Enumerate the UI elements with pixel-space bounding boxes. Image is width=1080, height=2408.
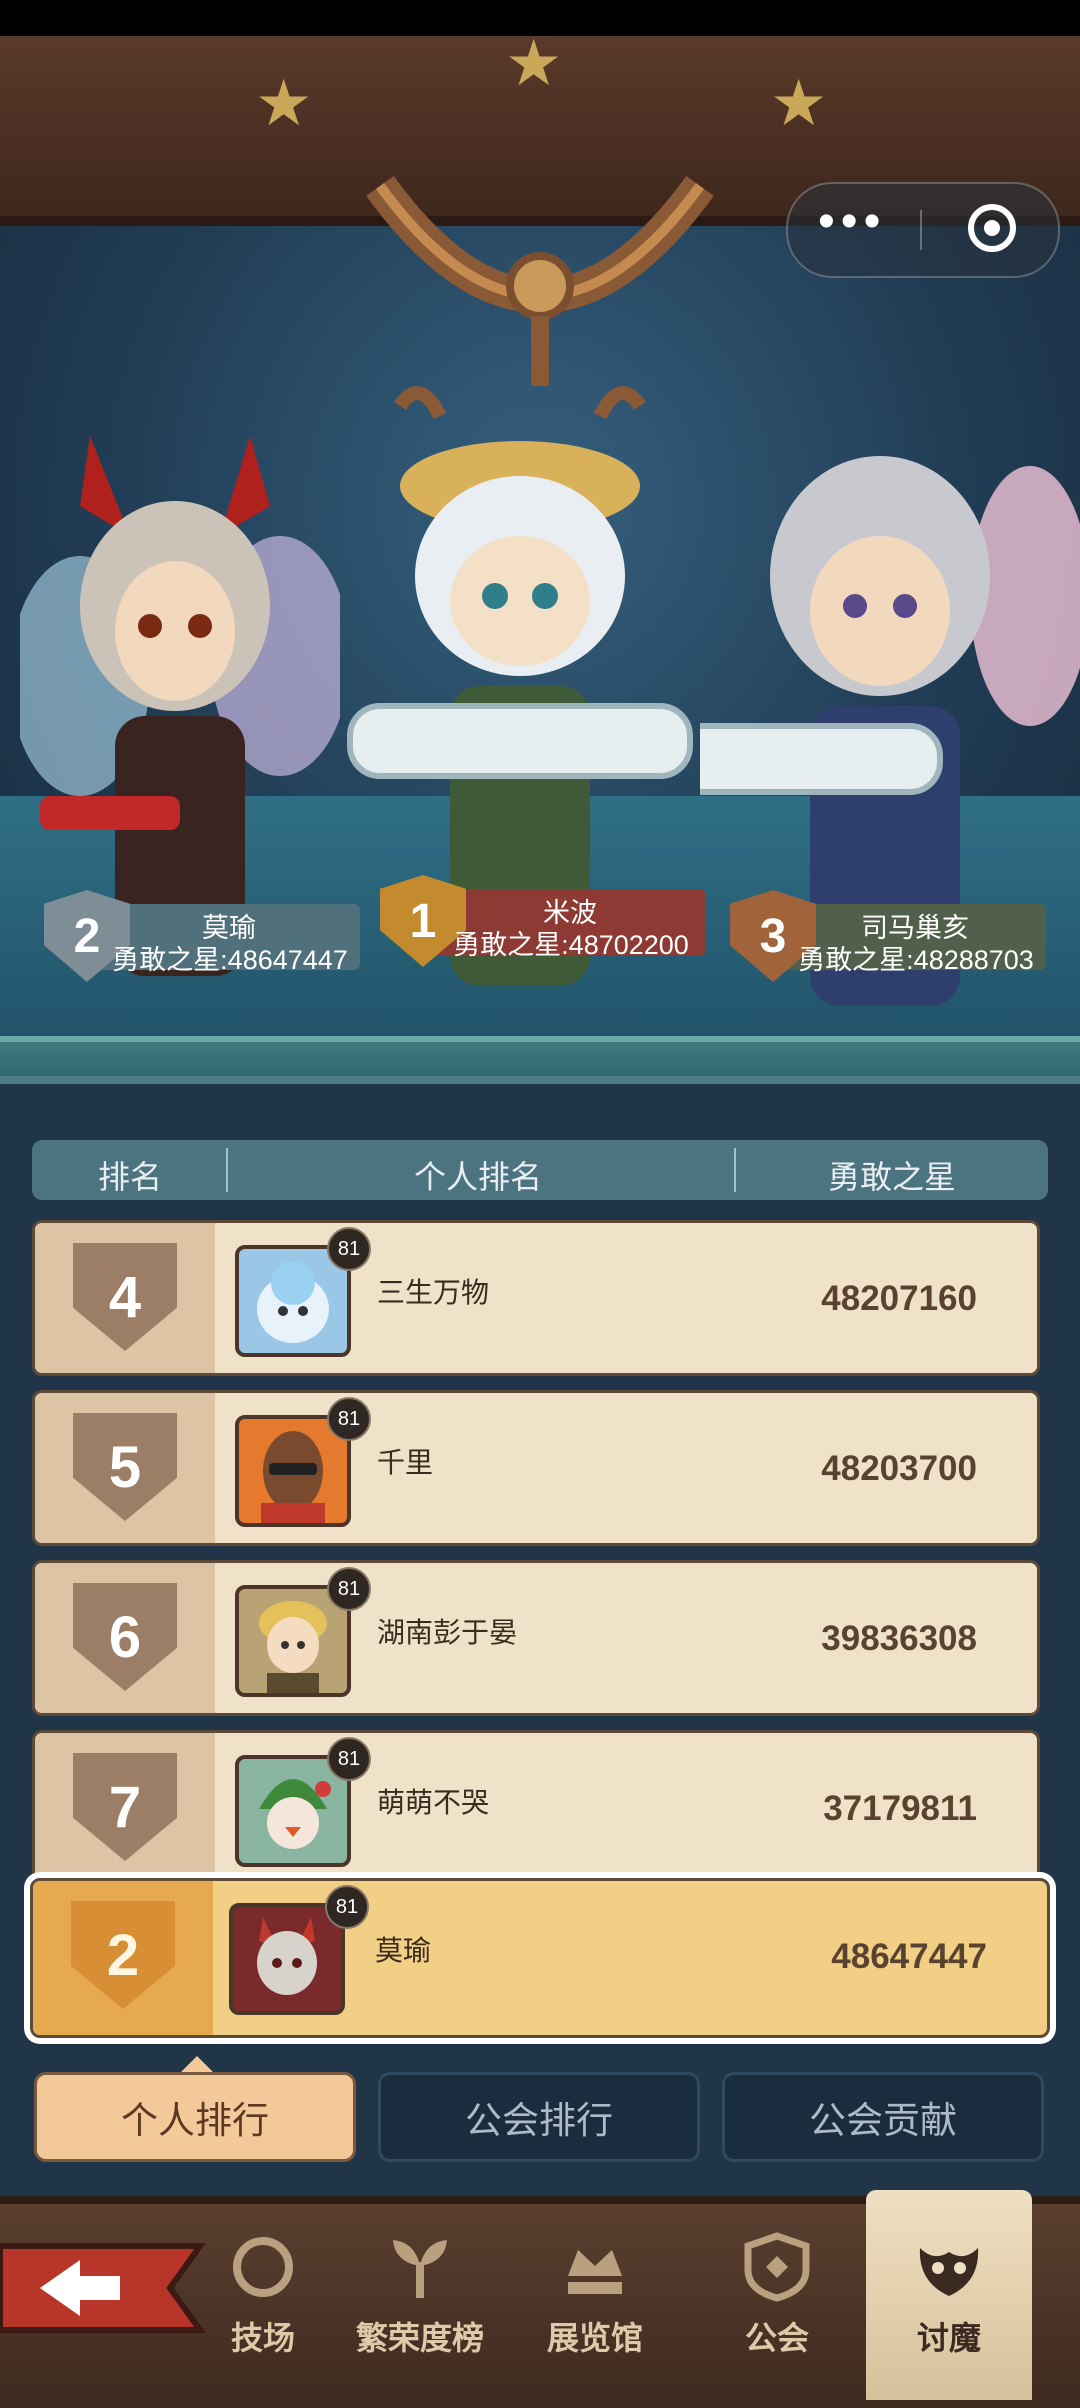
nav-item-exhibition[interactable]: 展览馆 — [520, 2232, 670, 2359]
header-divider — [734, 1148, 736, 1192]
player-name: 千里 — [377, 1447, 434, 1478]
tab-guild-ranking[interactable]: 公会排行 — [378, 2072, 700, 2162]
header-personal-rank: 个人排名 — [414, 1159, 543, 1195]
brave-star-score: 48647447 — [831, 1937, 987, 1976]
header-rank: 排名 — [98, 1159, 163, 1195]
header-divider — [226, 1148, 228, 1192]
level-badge: 81 — [325, 1885, 369, 1929]
level-badge: 81 — [327, 1227, 371, 1271]
table-header: 排名 个人排名 勇敢之星 — [32, 1140, 1048, 1200]
rank-cell: 4 — [35, 1223, 215, 1373]
ellipsis-icon[interactable]: ••• — [818, 198, 886, 246]
nav-item-guild[interactable]: 公会 — [702, 2232, 852, 2359]
player-name: 湖南彭于晏 — [377, 1617, 518, 1648]
brave-star-score: 37179811 — [823, 1789, 977, 1828]
player-score: 勇敢之星:48288703 — [798, 945, 1034, 975]
rank-badge: 6 — [73, 1583, 177, 1691]
tab-guild-contribution[interactable]: 公会贡献 — [722, 2072, 1044, 2162]
back-button[interactable] — [0, 2238, 210, 2338]
nav-label: 公会 — [744, 2320, 809, 2356]
player-name: 莫瑜 — [375, 1935, 432, 1966]
crown-icon — [568, 2250, 622, 2294]
nav-item-arena[interactable]: 技场 — [188, 2232, 338, 2359]
rank-badge: 2 — [71, 1901, 175, 2009]
status-bar — [0, 0, 1080, 36]
player-score: 勇敢之星:48702200 — [453, 930, 689, 960]
sprout-icon — [393, 2240, 447, 2298]
header-brave-star: 勇敢之星 — [828, 1159, 957, 1195]
podium-rail — [0, 1036, 1080, 1076]
table-row[interactable]: 5 81 千里 48203700 — [32, 1390, 1040, 1546]
nav-item-prosperity[interactable]: 繁荣度榜 — [340, 2232, 500, 2359]
my-rank-row[interactable]: 2 81 莫瑜 48647447 — [30, 1878, 1050, 2038]
tab-personal-ranking[interactable]: 个人排行 — [34, 2072, 356, 2162]
rank-cell: 5 — [35, 1393, 215, 1543]
player-name: 萌萌不哭 — [377, 1787, 490, 1818]
level-badge: 81 — [327, 1567, 371, 1611]
capsule-divider — [920, 210, 922, 250]
rank-cell: 6 — [35, 1563, 215, 1713]
podium-plate-1: 1 米波 勇敢之星:48702200 — [380, 875, 706, 967]
player-score: 勇敢之星:48647447 — [112, 945, 348, 975]
rank-badge: 4 — [73, 1243, 177, 1351]
nav-label: 技场 — [230, 2320, 295, 2356]
arena-icon — [233, 2237, 293, 2297]
rank-badge: 7 — [73, 1753, 177, 1861]
podium-plate-2: 2 莫瑜 勇敢之星:48647447 — [44, 890, 360, 982]
rank-cell: 2 — [33, 1881, 213, 2035]
rank-cell: 7 — [35, 1733, 215, 1883]
star-decoration: ★ — [255, 67, 313, 139]
rank-badge: 5 — [73, 1413, 177, 1521]
demon-mask-icon — [919, 2248, 979, 2296]
star-decoration: ★ — [770, 67, 828, 139]
brave-star-score: 48207160 — [821, 1279, 977, 1318]
guild-shield-icon — [744, 2232, 810, 2302]
table-row[interactable]: 4 81 三生万物 48207160 — [32, 1220, 1040, 1376]
brave-star-score: 39836308 — [821, 1619, 977, 1658]
nav-label: 讨魔 — [916, 2320, 981, 2356]
star-decoration: ★ — [505, 36, 563, 99]
nav-label: 繁荣度榜 — [355, 2320, 484, 2356]
brave-star-score: 48203700 — [821, 1449, 977, 1488]
nav-label: 展览馆 — [546, 2320, 643, 2356]
mini-program-capsule: ••• — [786, 182, 1060, 278]
table-row[interactable]: 7 81 萌萌不哭 37179811 — [32, 1730, 1040, 1886]
player-name: 三生万物 — [377, 1277, 490, 1308]
nav-item-demon-hunt[interactable]: 讨魔 — [874, 2232, 1024, 2359]
avatar[interactable] — [229, 1903, 345, 2015]
target-icon[interactable] — [968, 204, 1016, 252]
podium-plate-3: 3 司马巢亥 勇敢之星:48288703 — [730, 890, 1046, 982]
table-row[interactable]: 6 81 湖南彭于晏 39836308 — [32, 1560, 1040, 1716]
level-badge: 81 — [327, 1397, 371, 1441]
level-badge: 81 — [327, 1737, 371, 1781]
